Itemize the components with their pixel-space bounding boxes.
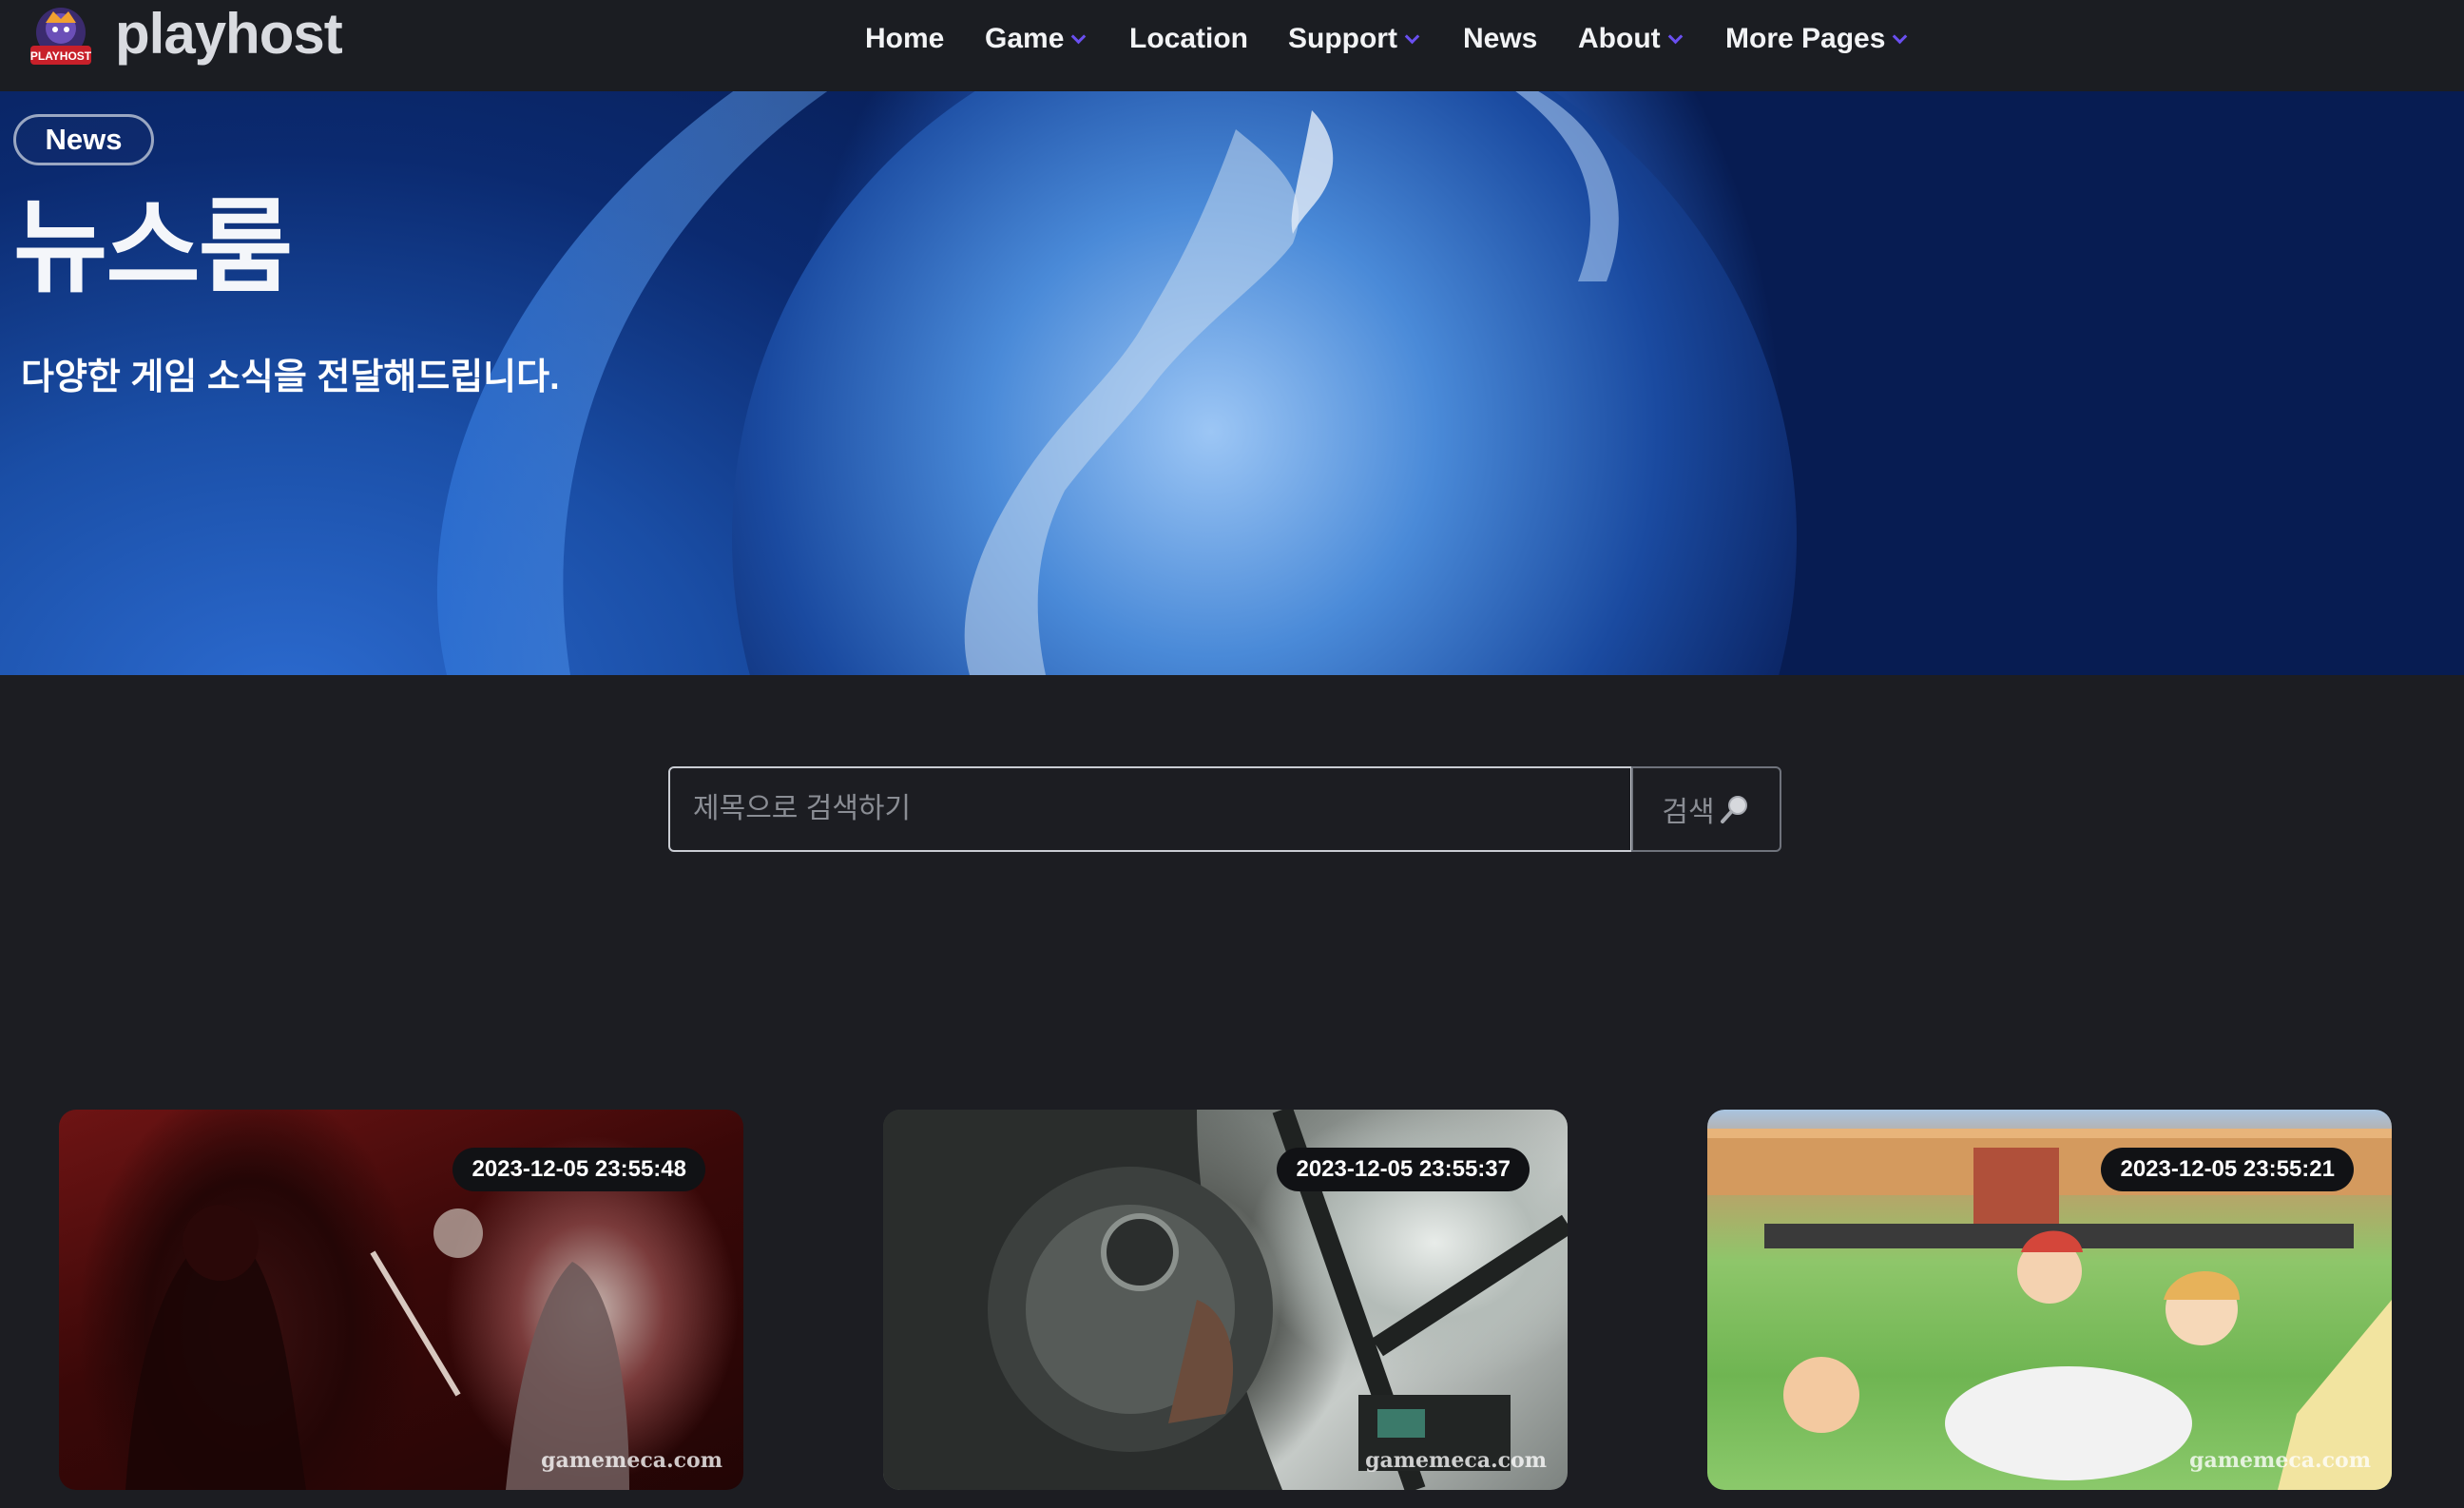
nav-home-label: Home xyxy=(865,23,945,54)
page-subtitle: 다양한 게임 소식을 전달해드립니다. xyxy=(21,358,560,397)
site-header: PLAYHOST playhost Home Game Location Sup… xyxy=(0,0,2464,91)
nav-home[interactable]: Home xyxy=(865,17,944,61)
search-button-label: 검색 xyxy=(1662,797,1715,828)
card-watermark: gamemeca.com xyxy=(541,1448,722,1473)
nav-more-pages-label: More Pages xyxy=(1725,23,1886,54)
news-card[interactable]: 2023-12-05 23:55:37 gamemeca.com xyxy=(883,1110,1568,1490)
logo-text[interactable]: playhost xyxy=(115,0,343,68)
chevron-down-icon xyxy=(1667,29,1683,45)
nav-news[interactable]: News xyxy=(1463,17,1537,61)
search-input[interactable] xyxy=(668,766,1632,852)
nav-about[interactable]: About xyxy=(1578,17,1683,61)
logo-badge-icon[interactable]: PLAYHOST xyxy=(25,4,97,70)
chevron-down-icon xyxy=(1404,29,1420,45)
hero-banner: News 뉴스룸 다양한 게임 소식을 전달해드립니다. xyxy=(0,91,2464,675)
page-title: 뉴스룸 xyxy=(13,189,293,304)
nav-location-label: Location xyxy=(1129,23,1248,54)
nav-game-label: Game xyxy=(985,23,1065,54)
chevron-down-icon xyxy=(1071,29,1087,45)
chevron-down-icon xyxy=(1893,29,1908,45)
nav-news-label: News xyxy=(1463,23,1538,54)
nav-support[interactable]: Support xyxy=(1288,17,1420,61)
nav-game[interactable]: Game xyxy=(985,17,1087,61)
card-watermark: gamemeca.com xyxy=(1365,1448,1547,1473)
search-button[interactable]: 검색 xyxy=(1631,766,1781,852)
nav-about-label: About xyxy=(1578,23,1661,54)
card-date-badge: 2023-12-05 23:55:37 xyxy=(1277,1148,1530,1191)
card-watermark: gamemeca.com xyxy=(2189,1448,2371,1473)
card-date-badge: 2023-12-05 23:55:21 xyxy=(2101,1148,2354,1191)
nav-support-label: Support xyxy=(1288,23,1397,54)
news-badge: News xyxy=(13,114,154,165)
magnifier-icon xyxy=(1719,793,1751,825)
nav-more-pages[interactable]: More Pages xyxy=(1725,17,1908,61)
news-card[interactable]: 2023-12-05 23:55:21 gamemeca.com xyxy=(1707,1110,2392,1490)
news-card[interactable]: 2023-12-05 23:55:48 gamemeca.com xyxy=(59,1110,743,1490)
logo-badge-text: PLAYHOST xyxy=(30,49,92,63)
card-date-badge: 2023-12-05 23:55:48 xyxy=(452,1148,705,1191)
nav-location[interactable]: Location xyxy=(1129,17,1248,61)
